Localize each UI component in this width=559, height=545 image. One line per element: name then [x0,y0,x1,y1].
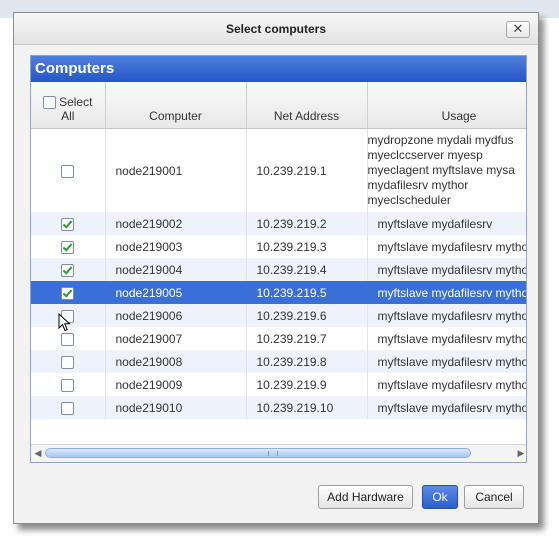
select-all-header[interactable]: Select All [31,82,106,129]
address-cell: 10.239.219.1 [246,128,368,212]
row-checkbox[interactable] [61,217,75,231]
usage-cell: myftslave mydafilesrv mytho [367,350,526,373]
table-row[interactable]: node219002 10.239.219.2 myftslave mydafi… [31,212,526,235]
row-checkbox[interactable] [61,355,75,369]
scroll-right-arrow-icon[interactable]: ▶ [515,447,526,459]
usage-cell: myftslave mydafilesrv mytho [367,304,526,327]
address-cell: 10.239.219.9 [246,373,368,396]
row-checkbox[interactable] [61,263,75,277]
close-icon: ✕ [512,21,524,36]
address-cell: 10.239.219.5 [246,281,368,304]
usage-cell: myftslave mydafilesrv mytho [367,327,526,350]
address-cell: 10.239.219.4 [246,258,368,281]
row-checkbox[interactable] [61,240,75,254]
computer-cell: node219002 [105,212,247,235]
computer-cell: node219001 [105,128,247,212]
select-all-checkbox[interactable] [43,95,57,109]
add-hardware-button[interactable]: Add Hardware [318,485,413,509]
address-cell: 10.239.219.7 [246,327,368,350]
table-row[interactable]: node219009 10.239.219.9 myftslave mydafi… [31,373,526,396]
horizontal-scrollbar[interactable]: ◀ ▶ [31,444,526,462]
computer-cell: node219010 [105,396,247,419]
cancel-button[interactable]: Cancel [464,485,524,509]
usage-line: mydropzone mydali mydfus [367,133,514,147]
computer-cell: node219007 [105,327,247,350]
computer-cell: node219003 [105,235,247,258]
row-checkbox[interactable] [61,401,75,415]
computers-panel: Computers Select All Computer Net Addres… [30,55,527,463]
computer-cell: node219008 [105,350,247,373]
computers-grid: Select All Computer Net Address Usage no… [31,82,526,440]
dialog-titlebar[interactable]: Select computers ✕ [14,13,538,45]
computer-cell: node219004 [105,258,247,281]
row-checkbox[interactable] [61,332,75,346]
usage-line: myeclagent myftslave mysa [367,163,515,177]
table-row[interactable]: node219007 10.239.219.7 myftslave mydafi… [31,327,526,350]
usage-cell: mydropzone mydali mydfus myeclccserver m… [367,128,526,212]
grip-icon [268,451,278,456]
usage-line: myeclscheduler [367,193,451,207]
dialog-footer: Add Hardware Ok Cancel [14,475,538,523]
usage-cell: myftslave mydafilesrv mytho [367,258,526,281]
select-computers-dialog: Select computers ✕ Computers Select All … [13,12,539,524]
usage-cell: myftslave mydafilesrv mytho [367,235,526,258]
table-row[interactable]: node219010 10.239.219.10 myftslave mydaf… [31,396,526,419]
table-row[interactable]: node219006 10.239.219.6 myftslave mydafi… [31,304,526,327]
address-cell: 10.239.219.10 [246,396,368,419]
row-checkbox[interactable] [61,286,75,300]
table-row-selected[interactable]: node219005 10.239.219.5 myftslave mydafi… [31,281,526,304]
computer-cell: node219009 [105,373,247,396]
row-checkbox[interactable] [61,378,75,392]
address-cell: 10.239.219.3 [246,235,368,258]
ok-button[interactable]: Ok [422,485,458,509]
table-row[interactable]: node219008 10.239.219.8 myftslave mydafi… [31,350,526,373]
usage-line: mydafilesrv mythor [367,178,469,192]
column-header-computer[interactable]: Computer [105,82,247,129]
computer-cell: node219005 [105,281,247,304]
column-header-usage[interactable]: Usage [367,82,526,129]
grid-header-row: Select All Computer Net Address Usage [31,82,526,129]
address-cell: 10.239.219.6 [246,304,368,327]
dialog-title: Select computers [225,22,327,36]
row-checkbox[interactable] [61,164,75,178]
usage-cell: myftslave mydafilesrv [367,212,526,235]
usage-cell: myftslave mydafilesrv mytho [367,396,526,419]
panel-title: Computers [31,56,526,82]
usage-cell: myftslave mydafilesrv mytho [367,281,526,304]
usage-line: myeclccserver myesp [367,148,483,162]
column-header-net-address[interactable]: Net Address [246,82,368,129]
table-row[interactable]: node219001 10.239.219.1 mydropzone mydal… [31,128,526,212]
usage-cell: myftslave mydafilesrv mytho [367,373,526,396]
computer-cell: node219006 [105,304,247,327]
table-row[interactable]: node219004 10.239.219.4 myftslave mydafi… [31,258,526,281]
address-cell: 10.239.219.8 [246,350,368,373]
address-cell: 10.239.219.2 [246,212,368,235]
table-row[interactable]: node219003 10.239.219.3 myftslave mydafi… [31,235,526,258]
select-all-label-2: All [61,109,75,123]
scroll-left-arrow-icon[interactable]: ◀ [32,447,44,459]
scrollbar-thumb[interactable] [45,448,471,458]
close-button[interactable]: ✕ [506,21,530,38]
select-all-label: Select [59,95,93,109]
